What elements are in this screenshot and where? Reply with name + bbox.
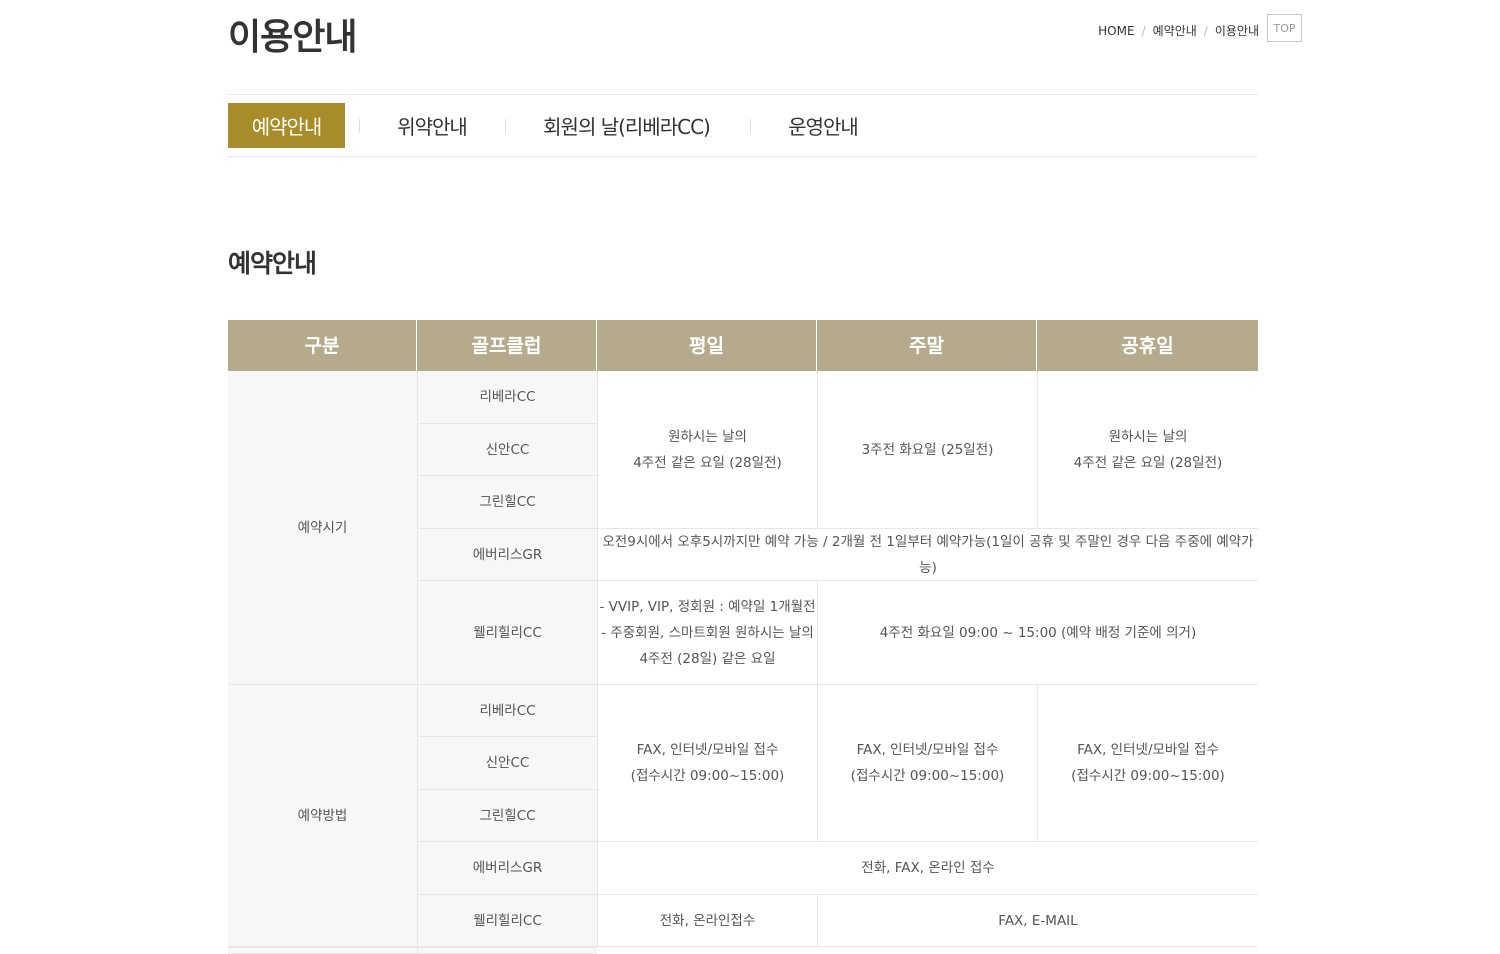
value-cell: 3주전 화요일 (25일전) (817, 371, 1037, 529)
value-cell: FAX, 인터넷/모바일 접수 (접수시간 09:00~15:00) (1037, 685, 1258, 842)
value-line: (접수시간 09:00~15:00) (1071, 768, 1225, 784)
club-cell: 신안CC (417, 737, 597, 790)
value-line: 원하시는 날의 (668, 428, 747, 445)
value-cell: 4주전 화요일 09:00 ~ 15:00 (예약 배정 기준에 의거) (817, 581, 1258, 685)
section-title: 예약안내 (228, 249, 317, 278)
tab-divider (750, 119, 751, 133)
club-cell: 리베라CC (417, 371, 597, 424)
value-cell: 오전9시에서 오후5시까지만 예약 가능 / 2개월 전 1일부터 예약가능(1… (597, 529, 1258, 581)
tab-bar: 예약안내 위약안내 회원의 날(리베라CC) 운영안내 (228, 94, 1258, 157)
club-cell: 에버리스GR (417, 842, 597, 895)
breadcrumb-current: 이용안내 (1214, 24, 1259, 38)
club-cell: 리베라CC (417, 685, 597, 737)
value-line: 원하시는 날의 (1108, 428, 1188, 445)
value-cell: FAX, E-MAIL (817, 895, 1258, 947)
value-cell: 전화, 온라인접수 (597, 895, 817, 947)
header-golf-club: 골프클럽 (417, 320, 597, 371)
club-cell: 그린힐CC (417, 476, 597, 529)
category-reservation-method: 예약방법 (228, 685, 417, 947)
value-cell: 전화, FAX, 온라인 접수 (597, 842, 1258, 895)
value-cell: FAX, 인터넷/모바일 접수 (접수시간 09:00~15:00) (597, 685, 817, 842)
club-cell: 신안CC (417, 424, 597, 476)
tab-member-day[interactable]: 회원의 날(리베라CC) (525, 103, 728, 148)
top-button[interactable]: TOP (1267, 14, 1302, 42)
tab-operation-info[interactable]: 운영안내 (769, 103, 877, 148)
value-line: (접수시간 09:00~15:00) (630, 768, 785, 784)
breadcrumb-reservation[interactable]: 예약안내 (1153, 22, 1197, 39)
value-cell: FAX, 인터넷/모바일 접수 (접수시간 09:00~15:00) (817, 685, 1037, 842)
club-cell: 에버리스GR (417, 529, 597, 581)
value-line: - 주중회원, 스마트회원 원하시는 날의 (601, 624, 814, 641)
value-line: FAX, 인터넷/모바일 접수 (1077, 742, 1219, 758)
value-line: 4주전 (28일) 같은 요일 (639, 650, 776, 667)
club-cell: 그린힐CC (417, 790, 597, 842)
breadcrumb-separator: / (1141, 23, 1146, 38)
header-weekday: 평일 (597, 320, 817, 371)
value-line: 4주전 같은 요일 (28일전) (633, 454, 782, 471)
header-weekend: 주말 (817, 320, 1037, 371)
value-line: 4주전 같은 요일 (28일전) (1073, 454, 1223, 471)
club-cell: 웰리힐리CC (417, 581, 597, 685)
tab-divider (359, 119, 360, 133)
table-row (417, 947, 597, 954)
value-line: FAX, 인터넷/모바일 접수 (636, 742, 779, 758)
tab-cancellation-info[interactable]: 위약안내 (378, 103, 486, 148)
category-reservation-time: 예약시기 (228, 371, 417, 685)
breadcrumb-separator: / (1203, 23, 1208, 38)
breadcrumb-home[interactable]: HOME (1098, 24, 1134, 38)
value-cell: 원하시는 날의 4주전 같은 요일 (28일전) (597, 371, 817, 529)
tab-divider (505, 119, 506, 133)
header-category: 구분 (228, 320, 417, 371)
tab-reservation-info[interactable]: 예약안내 (228, 103, 345, 148)
value-line: - VVIP, VIP, 정회원 : 예약일 1개월전 (599, 598, 816, 615)
header-holiday: 공휴일 (1037, 320, 1258, 371)
value-line: (접수시간 09:00~15:00) (850, 768, 1005, 784)
value-cell: - VVIP, VIP, 정회원 : 예약일 1개월전 - 주중회원, 스마트회… (597, 581, 817, 685)
club-cell: 웰리힐리CC (417, 895, 597, 947)
page-title: 이용안내 (228, 17, 357, 58)
table-row (228, 947, 417, 954)
breadcrumb: HOME / 예약안내 / 이용안내 (1098, 22, 1259, 39)
value-cell: 원하시는 날의 4주전 같은 요일 (28일전) (1037, 371, 1258, 529)
value-line: FAX, 인터넷/모바일 접수 (856, 742, 999, 758)
